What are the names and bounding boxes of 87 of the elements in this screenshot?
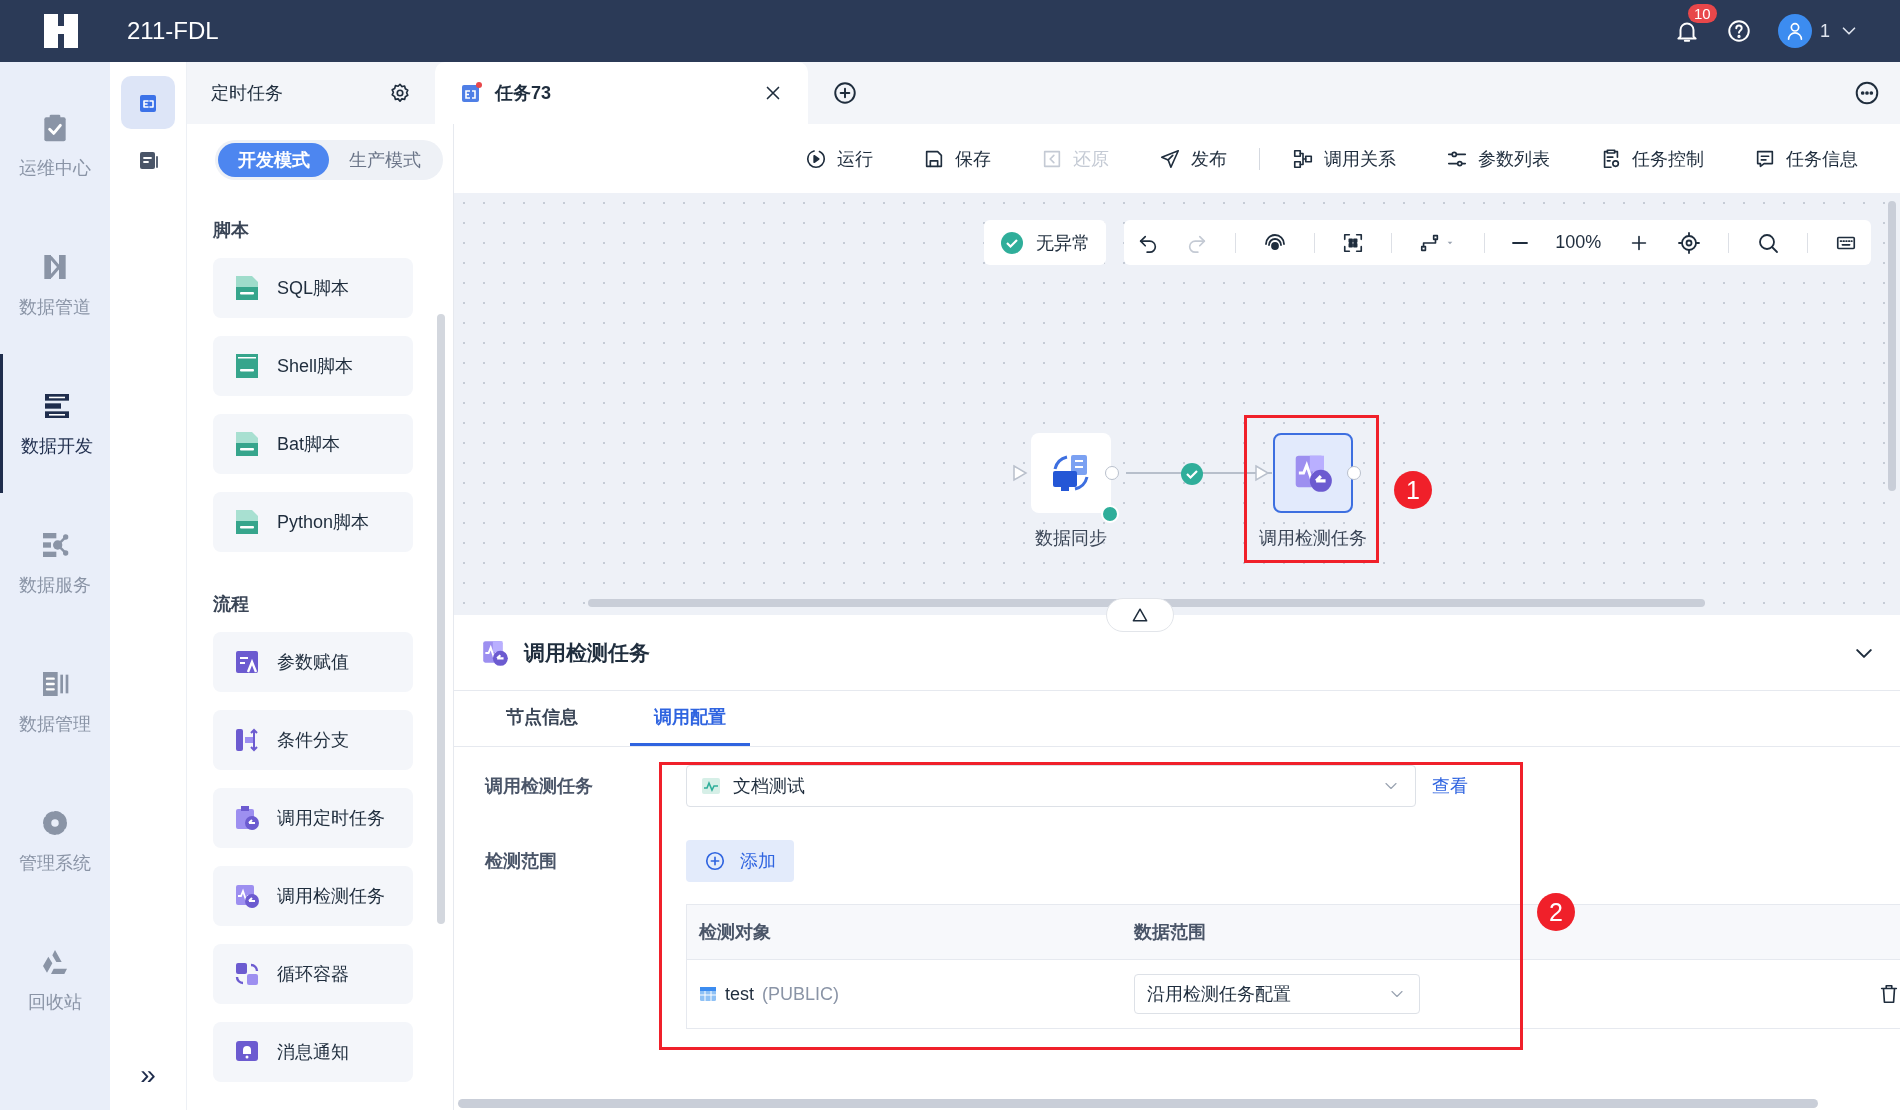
fit-view-button[interactable] (1342, 231, 1365, 254)
tab[interactable]: 节点信息 (482, 691, 602, 746)
notification-count: 10 (1688, 4, 1717, 23)
minus-icon (1512, 241, 1529, 244)
fit-screen-icon (1342, 231, 1365, 254)
calendar-task-icon (459, 81, 483, 105)
chevron-down-icon (1856, 648, 1872, 658)
task-node[interactable] (1273, 433, 1353, 513)
relation-icon (1292, 147, 1314, 170)
tab[interactable]: 定时任务 (187, 62, 435, 124)
tab[interactable]: 调用配置 (630, 691, 750, 746)
collapse-button[interactable] (1106, 598, 1174, 632)
zoom-level: 100% (1555, 232, 1602, 253)
status-dot (1101, 505, 1119, 523)
help-icon (1726, 18, 1752, 44)
range-select[interactable]: 沿用检测任务配置 (1134, 974, 1420, 1014)
delete-button[interactable] (1878, 983, 1900, 1005)
add-button[interactable]: 添加 (686, 840, 794, 882)
app-title: 211-FDL (127, 17, 219, 45)
check-circle-icon (1180, 462, 1204, 486)
panel-title: 调用检测任务 (524, 639, 650, 666)
chart-icon (701, 776, 721, 796)
section-title: 流程 (213, 593, 250, 616)
palette-item[interactable]: SQL脚本 (213, 258, 413, 318)
scheduled-task-icon (233, 804, 261, 832)
more-icon (1854, 80, 1880, 106)
node-label: 数据同步 (1034, 527, 1108, 550)
plus-circle-icon (704, 850, 726, 872)
tab[interactable]: 任务73 (435, 62, 808, 124)
toolbar-button[interactable]: 任务控制 (1594, 145, 1710, 172)
send-icon (1159, 147, 1181, 170)
toolbar-button[interactable]: 保存 (917, 145, 997, 172)
input-port-icon (1254, 464, 1270, 482)
expand-button[interactable]: » (134, 1058, 162, 1092)
trash-icon (1878, 983, 1900, 1005)
toolbar-button[interactable]: 发布 (1153, 145, 1233, 172)
toolbar-button[interactable]: 任务信息 (1748, 145, 1864, 172)
field-label: 调用检测任务 (485, 775, 594, 798)
parameter-icon (233, 648, 261, 676)
user-name[interactable]: 1 (1820, 20, 1830, 42)
plus-circle-icon (832, 80, 858, 106)
task-select[interactable]: 文档测试 (686, 765, 1416, 807)
node-label: 调用检测任务 (1258, 527, 1368, 550)
palette-item[interactable]: Python脚本 (213, 492, 413, 552)
input-port-icon (1012, 464, 1028, 482)
scrollbar[interactable] (458, 1099, 1818, 1108)
loop-icon (233, 960, 261, 988)
file-icon (233, 430, 261, 458)
view-link[interactable]: 查看 (1432, 774, 1468, 798)
sidebar-tool-button[interactable] (121, 76, 175, 129)
palette-item[interactable]: 参数赋值 (213, 632, 413, 692)
add-tab-button[interactable] (832, 80, 858, 106)
palette-item[interactable]: Bat脚本 (213, 414, 413, 474)
scrollbar[interactable] (437, 314, 445, 924)
palette-item[interactable]: 条件分支 (213, 710, 413, 770)
palette-item[interactable]: 消息通知 (213, 1022, 413, 1082)
file-icon (233, 274, 261, 302)
palette-item[interactable]: 调用检测任务 (213, 866, 413, 926)
file-icon (233, 352, 261, 380)
section-title: 脚本 (213, 219, 250, 242)
check-circle-icon (1000, 230, 1024, 255)
toolbar-button[interactable]: 运行 (799, 145, 879, 172)
play-icon (805, 147, 827, 170)
scrollbar[interactable] (588, 599, 1705, 607)
column-header: 数据范围 (1134, 921, 1206, 944)
palette-item[interactable]: 调用定时任务 (213, 788, 413, 848)
branch-icon (233, 726, 261, 754)
mode-toggle[interactable]: 生产模式 (329, 143, 440, 177)
target-icon (1677, 230, 1702, 255)
toolbar-button[interactable]: 参数列表 (1440, 145, 1556, 172)
more-button[interactable] (1854, 80, 1880, 106)
field-label: 检测范围 (485, 850, 558, 873)
file-icon (233, 508, 261, 536)
table-cell: test (725, 983, 754, 1005)
palette-item[interactable]: 循环容器 (213, 944, 413, 1004)
locate-button[interactable] (1677, 230, 1702, 255)
avatar[interactable] (1778, 14, 1812, 48)
toolbar-button[interactable]: 调用关系 (1286, 145, 1402, 172)
column-header: 检测对象 (699, 921, 771, 944)
sync-node[interactable] (1031, 433, 1111, 513)
scrollbar[interactable] (1888, 201, 1896, 491)
detection-task-icon (233, 882, 261, 910)
schema-name: (PUBLIC) (762, 983, 840, 1005)
status-card: 无异常 (984, 220, 1106, 265)
mode-toggle[interactable]: 开发模式 (218, 143, 329, 177)
table-icon (699, 985, 717, 1003)
palette-item[interactable]: Shell脚本 (213, 336, 413, 396)
